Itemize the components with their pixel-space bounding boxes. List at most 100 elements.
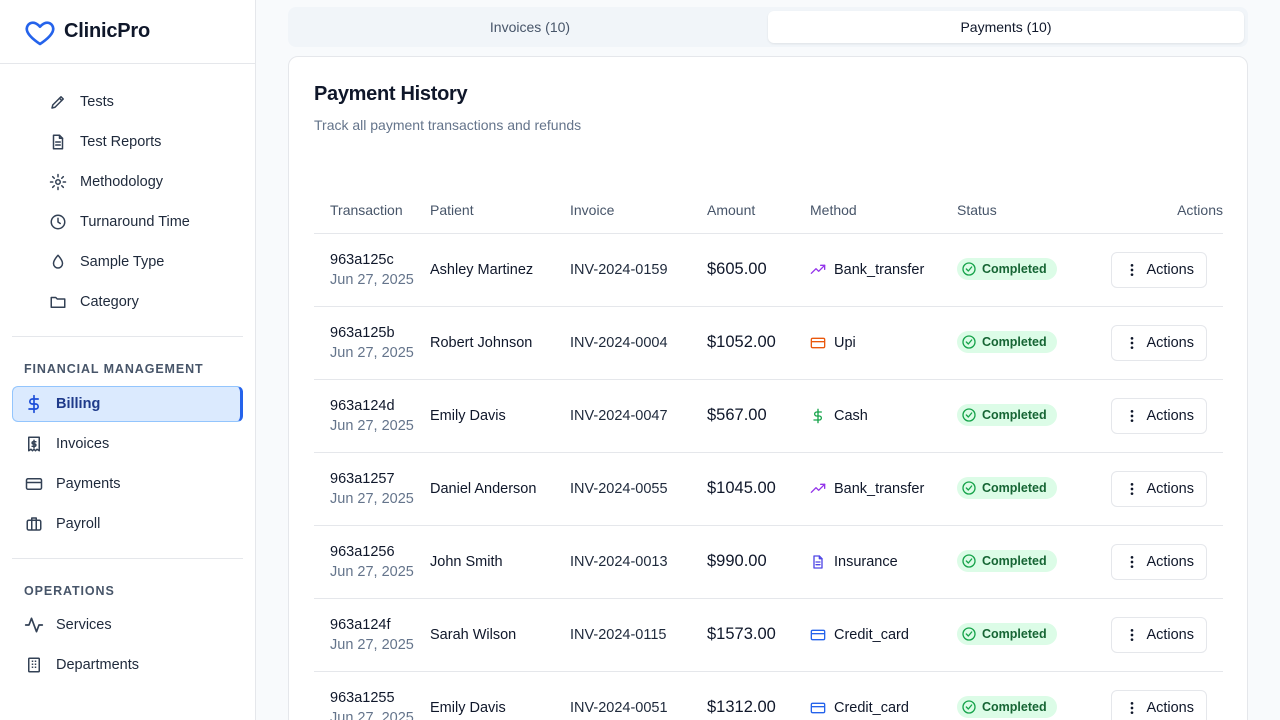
patient-cell: Sarah Wilson [430, 598, 570, 672]
sidebar-item-label: Turnaround Time [80, 214, 190, 230]
sidebar-item-departments[interactable]: Departments [0, 645, 243, 685]
actions-button[interactable]: Actions [1111, 251, 1207, 288]
sidebar-item-methodology[interactable]: Methodology [0, 162, 255, 202]
payment-history-card: Payment History Track all payment transa… [288, 56, 1248, 720]
actions-cell: Actions [1084, 598, 1223, 672]
transaction-date: Jun 27, 2025 [330, 417, 414, 434]
actions-button[interactable]: Actions [1111, 470, 1207, 507]
sidebar-item-tests[interactable]: Tests [0, 82, 255, 122]
droplet-icon [48, 252, 68, 272]
transaction-id: 963a1257 [330, 470, 395, 487]
card-subtitle: Track all payment transactions and refun… [314, 117, 582, 133]
column-header-method: Method [810, 187, 957, 234]
credit-card-icon [810, 700, 826, 716]
method-label: Credit_card [834, 699, 909, 716]
table-row[interactable]: 963a125b Jun 27, 2025 Robert Johnson INV… [314, 306, 1223, 380]
sidebar: ClinicPro Tests Test Reports Methodology… [0, 0, 256, 720]
sidebar-item-turnaround-time[interactable]: Turnaround Time [0, 202, 255, 242]
operations-section: OPERATIONS Services Departments [0, 559, 255, 685]
clock-icon [48, 212, 68, 232]
check-circle-icon [961, 480, 977, 496]
method-cell: Credit_card [810, 598, 957, 672]
status-badge: Completed [957, 331, 1057, 353]
invoice-cell: INV-2024-0159 [570, 233, 707, 307]
tab-invoices[interactable]: Invoices (10) [292, 11, 768, 43]
sidebar-item-label: Billing [56, 396, 101, 412]
method-label: Upi [834, 334, 856, 351]
actions-button[interactable]: Actions [1111, 397, 1207, 434]
sidebar-item-invoices[interactable]: Invoices [0, 424, 243, 464]
actions-cell: Actions [1084, 452, 1223, 526]
amount-cell: $1573.00 [707, 598, 810, 672]
check-circle-icon [961, 626, 977, 642]
transaction-id: 963a1256 [330, 543, 395, 560]
invoice-cell: INV-2024-0004 [570, 306, 707, 380]
actions-label: Actions [1146, 407, 1194, 424]
heart-icon [24, 16, 56, 48]
actions-label: Actions [1146, 699, 1194, 716]
table-row[interactable]: 963a125c Jun 27, 2025 Ashley Martinez IN… [314, 233, 1223, 307]
brand-name: ClinicPro [64, 20, 150, 42]
invoice-cell: INV-2024-0013 [570, 525, 707, 599]
gear-icon [48, 172, 68, 192]
status-cell: Completed [957, 306, 1084, 380]
table-row[interactable]: 963a124d Jun 27, 2025 Emily Davis INV-20… [314, 379, 1223, 453]
file-text-icon [48, 132, 68, 152]
sidebar-item-services[interactable]: Services [0, 605, 243, 645]
sidebar-item-category[interactable]: Category [0, 282, 255, 322]
more-vertical-icon [1124, 700, 1140, 716]
patient-cell: Emily Davis [430, 379, 570, 453]
patient-cell: Daniel Anderson [430, 452, 570, 526]
transaction-id: 963a125c [330, 251, 394, 268]
actions-cell: Actions [1084, 379, 1223, 453]
table-row[interactable]: 963a1255 Jun 27, 2025 Emily Davis INV-20… [314, 671, 1223, 720]
sidebar-item-label: Payments [56, 476, 121, 492]
sidebar-item-payroll[interactable]: Payroll [0, 504, 243, 544]
sidebar-item-sample-type[interactable]: Sample Type [0, 242, 255, 282]
sidebar-item-test-reports[interactable]: Test Reports [0, 122, 255, 162]
status-badge: Completed [957, 477, 1057, 499]
status-badge: Completed [957, 258, 1057, 280]
patient-cell: Robert Johnson [430, 306, 570, 380]
sidebar-item-label: Services [56, 617, 112, 633]
actions-button[interactable]: Actions [1111, 324, 1207, 361]
actions-label: Actions [1146, 626, 1194, 643]
sidebar-item-billing[interactable]: Billing [12, 386, 243, 422]
invoice-cell: INV-2024-0051 [570, 671, 707, 720]
invoice-cell: INV-2024-0047 [570, 379, 707, 453]
trending-up-icon [810, 481, 826, 497]
main-content: Invoices (10) Payments (10) Payment Hist… [256, 0, 1280, 720]
brand[interactable]: ClinicPro [0, 0, 255, 64]
check-circle-icon [961, 261, 977, 277]
status-cell: Completed [957, 452, 1084, 526]
tab-payments[interactable]: Payments (10) [768, 11, 1244, 43]
sidebar-item-label: Methodology [80, 174, 164, 190]
status-label: Completed [982, 700, 1047, 714]
actions-button[interactable]: Actions [1111, 689, 1207, 720]
method-label: Cash [834, 407, 868, 424]
table-row[interactable]: 963a124f Jun 27, 2025 Sarah Wilson INV-2… [314, 598, 1223, 672]
table-header-row: Transaction Patient Invoice Amount Metho… [314, 187, 1223, 234]
section-title-financial: FINANCIAL MANAGEMENT [24, 362, 204, 376]
actions-button[interactable]: Actions [1111, 543, 1207, 580]
method-label: Bank_transfer [834, 480, 925, 497]
actions-label: Actions [1146, 480, 1194, 497]
sidebar-item-label: Payroll [56, 516, 101, 532]
patient-cell: John Smith [430, 525, 570, 599]
actions-button[interactable]: Actions [1111, 616, 1207, 653]
sidebar-item-payments[interactable]: Payments [0, 464, 243, 504]
status-label: Completed [982, 335, 1047, 349]
tabs: Invoices (10) Payments (10) [288, 7, 1248, 47]
section-title-operations: OPERATIONS [24, 584, 115, 598]
table-row[interactable]: 963a1256 Jun 27, 2025 John Smith INV-202… [314, 525, 1223, 599]
amount-cell: $1045.00 [707, 452, 810, 526]
sub-nav: Tests Test Reports Methodology Turnaroun… [0, 64, 255, 322]
transaction-cell: 963a1256 Jun 27, 2025 [314, 525, 430, 599]
check-circle-icon [961, 407, 977, 423]
column-header-invoice: Invoice [570, 187, 707, 234]
dollar-icon [810, 408, 826, 424]
amount-cell: $567.00 [707, 379, 810, 453]
method-cell: Bank_transfer [810, 233, 957, 307]
transaction-id: 963a124d [330, 397, 395, 414]
table-row[interactable]: 963a1257 Jun 27, 2025 Daniel Anderson IN… [314, 452, 1223, 526]
